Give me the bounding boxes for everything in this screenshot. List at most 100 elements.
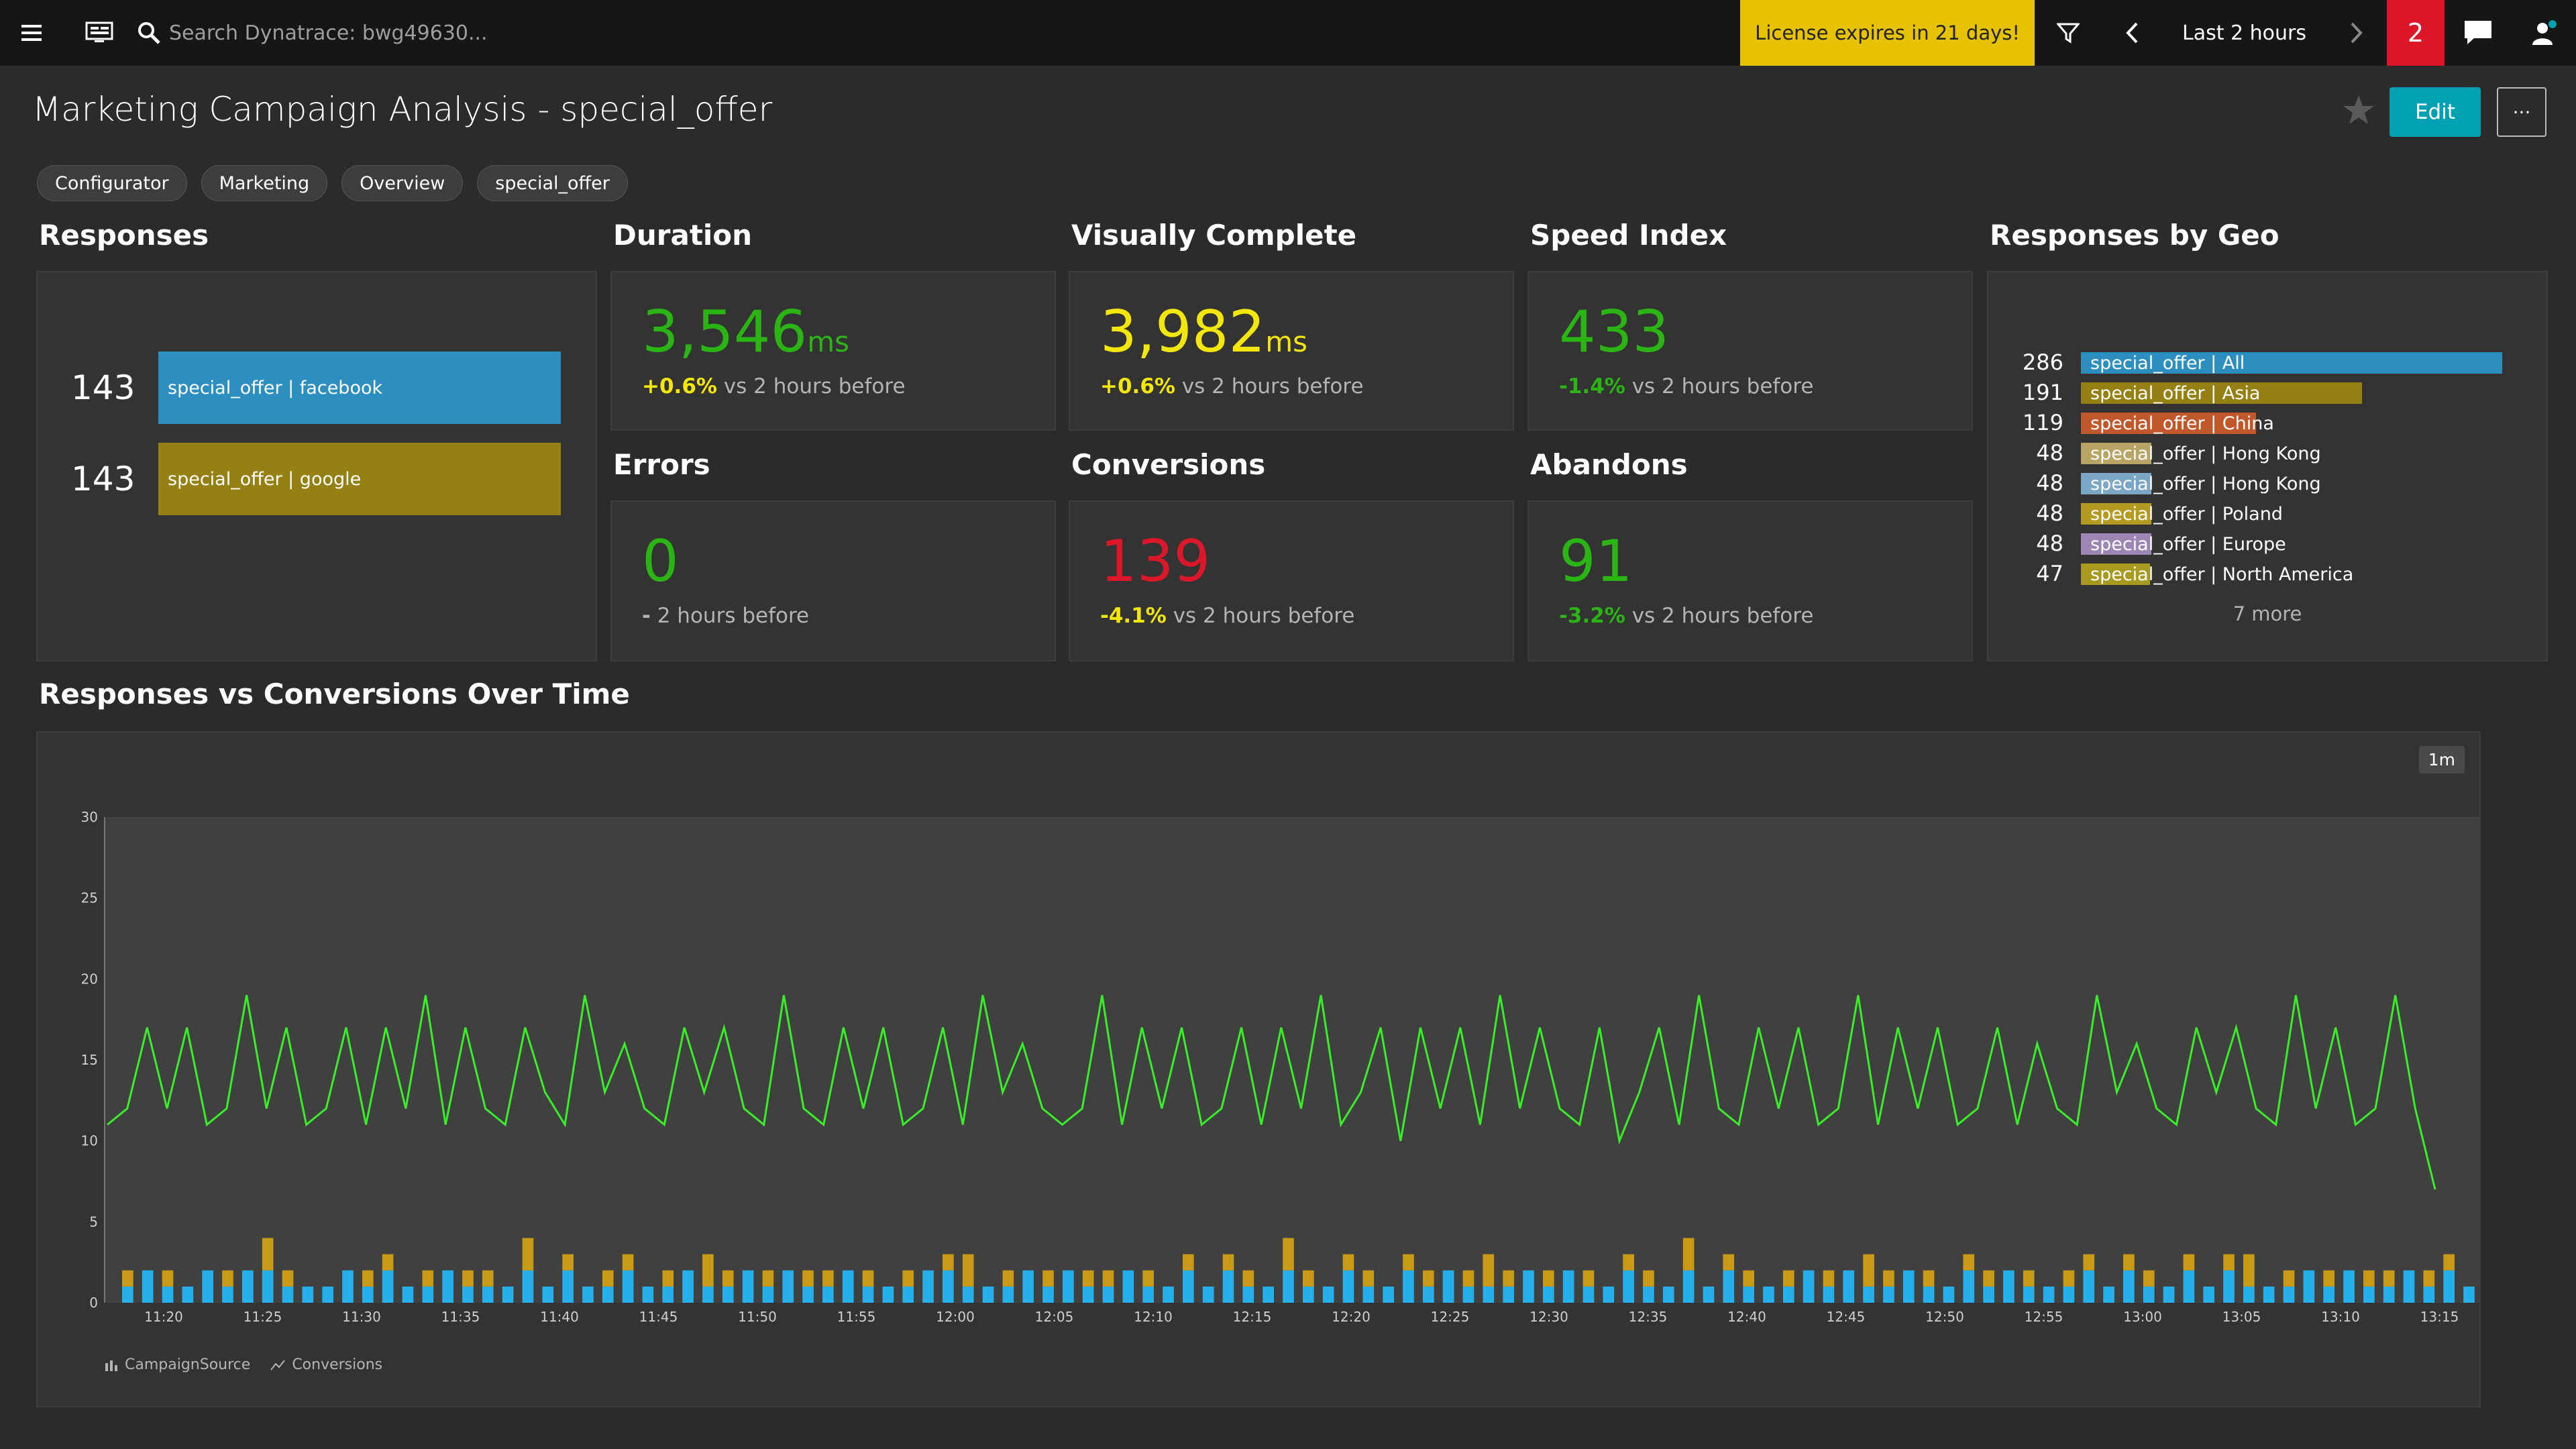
conversions-tile[interactable]: 139 -4.1% vs 2 hours before: [1069, 500, 1514, 661]
metric-delta-value: +0.6%: [642, 374, 717, 398]
bar-campaign-gold: [222, 1270, 233, 1287]
bar-campaign-gold: [962, 1254, 974, 1287]
geo-row[interactable]: 48 special_offer | Hong Kong: [2015, 439, 2510, 466]
bar-campaign-gold: [1542, 1270, 1554, 1287]
geo-row[interactable]: 119 special_offer | China: [2015, 409, 2510, 436]
x-tick-label: 13:15: [2420, 1309, 2459, 1325]
bar-campaign-blue: [762, 1286, 774, 1303]
bar-campaign-gold: [1682, 1238, 1695, 1271]
bar-campaign-blue: [802, 1286, 814, 1303]
bar-campaign-gold: [1483, 1254, 1495, 1287]
geo-row[interactable]: 191 special_offer | Asia: [2015, 379, 2510, 406]
bar-campaign-blue: [2263, 1286, 2275, 1303]
tag-special-offer[interactable]: special_offer: [477, 165, 628, 201]
bar-campaign-gold: [362, 1270, 374, 1287]
tag-marketing[interactable]: Marketing: [201, 165, 328, 201]
duration-title: Duration: [613, 219, 753, 252]
geo-count: 191: [2022, 380, 2063, 405]
bar-campaign-blue: [241, 1270, 254, 1303]
bar-campaign-gold: [1923, 1270, 1935, 1287]
chat-icon[interactable]: [2445, 0, 2512, 66]
filter-icon[interactable]: [2035, 0, 2102, 66]
geo-tile[interactable]: 286 special_offer | All 191 special_offer |…: [1987, 271, 2548, 661]
problem-count-badge[interactable]: 2: [2387, 0, 2445, 66]
bar-campaign-blue: [1983, 1286, 1994, 1303]
bar-campaign-blue: [1943, 1286, 1955, 1303]
time-chart[interactable]: 0 5 10 15 20 25 30 11:20 11:25 11:30 11:35 11:40 11:…: [38, 733, 2479, 1406]
previous-timeframe-icon[interactable]: [2102, 0, 2162, 66]
x-tick-label: 11:45: [639, 1309, 678, 1325]
bar-campaign-gold: [943, 1254, 954, 1271]
timeframe-selector[interactable]: Last 2 hours: [2162, 0, 2326, 66]
bar-campaign-blue: [122, 1286, 133, 1303]
bar-campaign-gold: [1142, 1270, 1155, 1287]
user-icon[interactable]: [2512, 0, 2576, 66]
geo-bar-wrap: special_offer | Asia: [2081, 381, 2510, 404]
geo-label: special_offer | Asia: [2090, 383, 2261, 404]
bar-campaign-blue: [862, 1286, 874, 1303]
geo-bar-wrap: special_offer | Europe: [2081, 532, 2510, 555]
duration-tile[interactable]: 3,546ms +0.6% vs 2 hours before: [610, 271, 1056, 431]
geo-label: special_offer | North America: [2090, 564, 2354, 585]
geo-row[interactable]: 47 special_offer | North America: [2015, 560, 2510, 587]
abandons-tile[interactable]: 91 -3.2% vs 2 hours before: [1527, 500, 1973, 661]
bar-campaign-gold: [902, 1270, 914, 1287]
bar-campaign-blue: [2223, 1270, 2235, 1303]
bar-campaign-blue: [1863, 1286, 1874, 1303]
metric-value: 433: [1559, 303, 1669, 361]
bar-campaign-blue: [1803, 1270, 1815, 1303]
geo-more-link[interactable]: 7 more: [1988, 602, 2546, 625]
chart-tile[interactable]: 1m 0 5 10 15 20 25 30 11:20 11:25 11:30 11:35 11:40…: [36, 731, 2481, 1407]
geo-label: special_offer | Poland: [2090, 504, 2283, 525]
dashboard-icon[interactable]: [66, 0, 133, 66]
legend-item-campaign-source[interactable]: CampaignSource: [105, 1356, 250, 1373]
metric-number: 433: [1559, 299, 1670, 366]
speed-index-title: Speed Index: [1530, 219, 1727, 252]
bar-campaign-gold: [1242, 1270, 1254, 1287]
bar-campaign-blue: [2123, 1270, 2135, 1303]
bar-campaign-gold: [162, 1270, 174, 1287]
metric-value: 91: [1559, 533, 1632, 590]
legend-item-conversions[interactable]: Conversions: [270, 1356, 382, 1373]
search-icon: [133, 21, 165, 45]
tag-overview[interactable]: Overview: [341, 165, 464, 201]
bar-campaign-gold: [1503, 1270, 1514, 1287]
bar-campaign-gold: [1042, 1270, 1054, 1287]
geo-row[interactable]: 48 special_offer | Europe: [2015, 530, 2510, 557]
bar-campaign-blue: [2363, 1286, 2375, 1303]
search-input[interactable]: Search Dynatrace: bwg49630...: [169, 21, 488, 45]
bar-campaign-blue: [2203, 1286, 2215, 1303]
metric-delta-value: -4.1%: [1100, 604, 1167, 628]
speed-index-tile[interactable]: 433 -1.4% vs 2 hours before: [1527, 271, 1973, 431]
search-box[interactable]: Search Dynatrace: bwg49630...: [133, 0, 488, 66]
y-tick-label: 15: [81, 1052, 98, 1068]
menu-icon[interactable]: [0, 0, 66, 66]
geo-row[interactable]: 48 special_offer | Hong Kong: [2015, 470, 2510, 496]
tag-configurator[interactable]: Configurator: [37, 165, 187, 201]
bar-campaign-blue: [1202, 1286, 1214, 1303]
next-timeframe-icon[interactable]: [2326, 0, 2387, 66]
bar-campaign-gold: [1582, 1270, 1595, 1287]
errors-tile[interactable]: 0 - 2 hours before: [610, 500, 1056, 661]
geo-row[interactable]: 286 special_offer | All: [2015, 349, 2510, 376]
more-options-button[interactable]: ···: [2497, 87, 2546, 137]
favorite-star-icon[interactable]: [2341, 93, 2376, 127]
bar-campaign-blue: [2023, 1286, 2035, 1303]
responses-title: Responses: [39, 219, 209, 252]
bar-campaign-gold: [462, 1270, 474, 1287]
response-row[interactable]: 143 special_offer | facebook: [71, 352, 561, 424]
license-banner[interactable]: License expires in 21 days!: [1740, 0, 2035, 66]
edit-button[interactable]: Edit: [2390, 87, 2481, 137]
bar-campaign-gold: [1963, 1254, 1975, 1271]
abandons-title: Abandons: [1530, 448, 1688, 481]
geo-row[interactable]: 48 special_offer | Poland: [2015, 500, 2510, 527]
visually-complete-tile[interactable]: 3,982ms +0.6% vs 2 hours before: [1069, 271, 1514, 431]
bar-campaign-blue: [2143, 1286, 2155, 1303]
y-tick-label: 0: [89, 1295, 98, 1311]
responses-tile[interactable]: 143 special_offer | facebook 143 special…: [36, 271, 597, 661]
bar-campaign-blue: [1582, 1286, 1595, 1303]
x-tick-label: 12:45: [1827, 1309, 1866, 1325]
bar-campaign-gold: [1623, 1254, 1634, 1271]
bar-campaign-blue: [502, 1286, 514, 1303]
response-row[interactable]: 143 special_offer | google: [71, 443, 561, 515]
